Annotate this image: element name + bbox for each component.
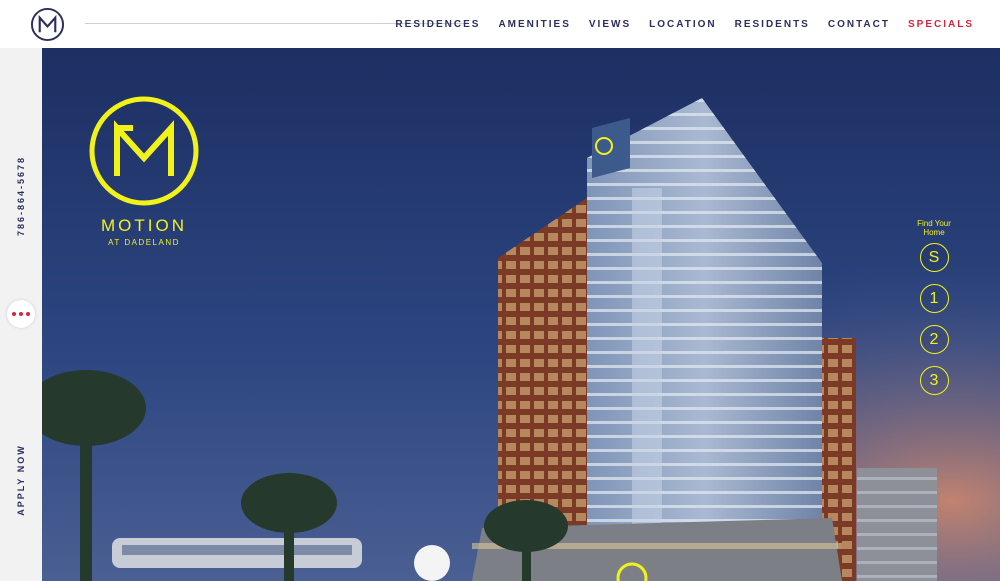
brand-logo[interactable]: MOTION AT DADELAND xyxy=(88,96,200,247)
hero-image: MOTION AT DADELAND Find Your Home S 1 2 … xyxy=(42,48,1000,581)
unit-1-bedroom-button[interactable]: 1 xyxy=(919,284,949,313)
dot-icon xyxy=(12,312,16,316)
nav-residences[interactable]: RESIDENCES xyxy=(395,19,480,30)
unit-studio-button[interactable]: S xyxy=(919,243,949,272)
brand-subtitle: AT DADELAND xyxy=(108,238,180,247)
dot-icon xyxy=(26,312,30,316)
site-header: RESIDENCES AMENITIES VIEWS LOCATION RESI… xyxy=(0,0,1000,48)
unit-2-bedroom-button[interactable]: 2 xyxy=(919,325,949,354)
brand-name: MOTION xyxy=(101,216,187,235)
nav-specials[interactable]: SPECIALS xyxy=(908,19,974,30)
nav-residents[interactable]: RESIDENTS xyxy=(735,19,810,30)
more-menu-button[interactable] xyxy=(7,300,35,328)
left-sidebar: 786-864-5678 APPLY NOW xyxy=(0,48,42,581)
dot-icon xyxy=(19,312,23,316)
apply-now-link[interactable]: APPLY NOW xyxy=(16,444,26,516)
find-home-title: Find Your Home xyxy=(917,219,951,237)
nav-amenities[interactable]: AMENITIES xyxy=(498,19,570,30)
nav-contact[interactable]: CONTACT xyxy=(828,19,890,30)
nav-location[interactable]: LOCATION xyxy=(649,19,716,30)
motion-logo-icon xyxy=(89,96,199,206)
find-your-home-panel: Find Your Home S 1 2 3 xyxy=(904,219,964,407)
unit-3-bedroom-button[interactable]: 3 xyxy=(919,366,949,395)
main-nav: RESIDENCES AMENITIES VIEWS LOCATION RESI… xyxy=(395,0,974,48)
phone-number[interactable]: 786-864-5678 xyxy=(16,156,26,236)
nav-views[interactable]: VIEWS xyxy=(589,19,631,30)
motion-logo-icon[interactable] xyxy=(30,7,65,42)
